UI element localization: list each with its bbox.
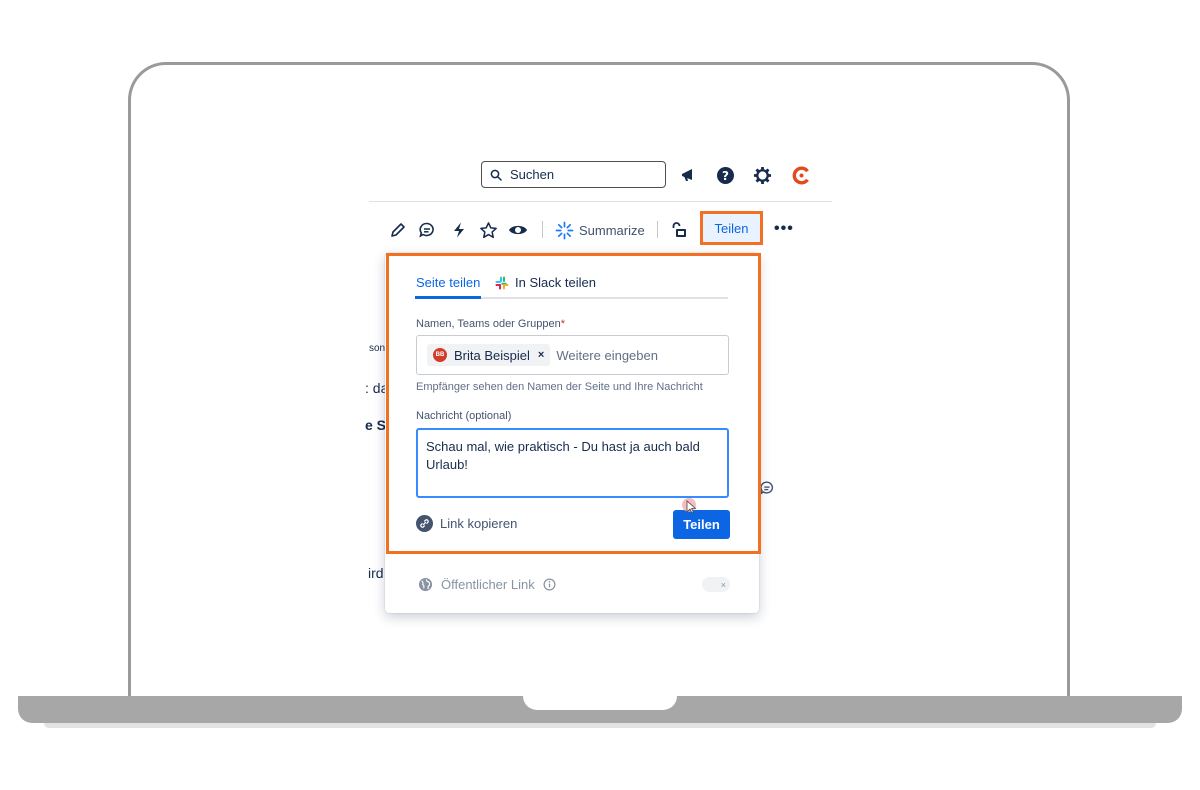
recipient-chip[interactable]: BB Brita Beispiel × (427, 344, 551, 366)
avatar: BB (433, 348, 447, 362)
toolbar-separator (657, 221, 658, 238)
public-link-label: Öffentlicher Link (441, 577, 535, 592)
laptop-base-shadow (44, 723, 1156, 728)
toolbar-separator (542, 221, 543, 238)
required-marker: * (560, 318, 565, 330)
summarize-label: Summarize (579, 222, 645, 238)
copy-link-button[interactable]: Link kopieren (416, 515, 517, 532)
automation-icon[interactable] (450, 220, 468, 240)
recipients-helper-text: Empfänger sehen den Namen der Seite und … (416, 381, 703, 393)
star-icon[interactable] (479, 220, 498, 240)
background-text: son (369, 343, 386, 354)
megaphone-icon[interactable] (678, 165, 698, 185)
recipients-input[interactable]: BB Brita Beispiel × Weitere eingeben (416, 335, 729, 375)
share-button-toolbar[interactable]: Teilen (700, 211, 763, 245)
message-label: Nachricht (optional) (416, 410, 512, 422)
message-textarea[interactable]: Schau mal, wie praktisch - Du hast ja au… (416, 428, 729, 498)
recipients-label: Namen, Teams oder Gruppen* (416, 318, 565, 330)
info-icon[interactable] (543, 578, 556, 591)
public-link-toggle[interactable]: × (702, 577, 730, 592)
tab-share-page[interactable]: Seite teilen (416, 275, 480, 290)
background-text: ird (368, 565, 384, 581)
search-input[interactable]: Suchen (481, 161, 666, 188)
laptop-notch (523, 696, 677, 710)
tab-share-slack[interactable]: In Slack teilen (495, 275, 596, 290)
comment-icon (759, 480, 775, 501)
mouse-cursor-icon (682, 497, 702, 522)
edit-icon[interactable] (389, 220, 407, 240)
summarize-button[interactable]: Summarize (555, 220, 645, 240)
settings-icon[interactable] (752, 165, 772, 185)
toggle-off-icon: × (720, 579, 726, 590)
restrictions-icon[interactable] (670, 220, 688, 240)
help-icon[interactable]: ? (715, 165, 735, 185)
slack-icon (495, 276, 509, 289)
comment-icon[interactable] (418, 220, 436, 240)
remove-recipient-icon[interactable]: × (538, 349, 544, 361)
nav-divider (369, 201, 832, 202)
recipient-name: Brita Beispiel (454, 347, 530, 363)
copy-link-label: Link kopieren (440, 516, 518, 531)
tab-slack-label: In Slack teilen (515, 275, 596, 290)
recipients-label-text: Namen, Teams oder Gruppen (416, 318, 561, 330)
svg-text:?: ? (722, 169, 729, 183)
search-label: Suchen (510, 167, 555, 182)
watch-icon[interactable] (508, 220, 528, 240)
link-icon (416, 515, 433, 532)
summarize-icon (555, 221, 574, 239)
profile-avatar-icon[interactable] (791, 165, 811, 185)
more-icon[interactable]: ••• (774, 220, 794, 238)
globe-icon (418, 577, 433, 592)
tab-active-indicator (415, 296, 481, 299)
search-icon (490, 169, 502, 181)
public-link-row: Öffentlicher Link (418, 577, 556, 592)
recipients-placeholder: Weitere eingeben (556, 347, 658, 363)
